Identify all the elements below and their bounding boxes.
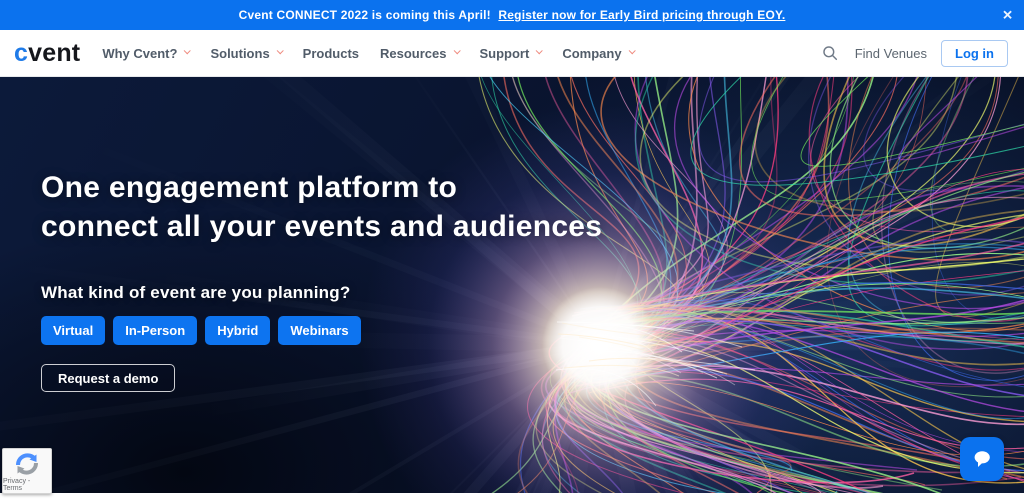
nav-item-label: Support [479,45,530,61]
request-demo-button[interactable]: Request a demo [41,364,176,392]
nav-item-label: Solutions [210,45,270,61]
cvent-logo[interactable]: cvent [14,39,80,68]
logo-letter-c: c [14,38,29,67]
nav-right: Find Venues Log in [821,39,1008,67]
chevron-down-icon [628,47,636,55]
announcement-link[interactable]: Register now for Early Bird pricing thro… [498,8,785,22]
recaptcha-privacy-terms[interactable]: Privacy - Terms [3,478,51,492]
nav-item-resources[interactable]: Resources [380,45,461,61]
nav-item-solutions[interactable]: Solutions [210,45,284,61]
logo-rest: vent [28,38,81,67]
headline-line-1: One engagement platform to [41,171,458,204]
search-button[interactable] [821,43,841,63]
virtual-button[interactable]: Virtual [41,316,106,345]
recaptcha-badge[interactable]: Privacy - Terms [2,448,52,494]
chevron-down-icon [535,47,544,55]
login-button[interactable]: Log in [941,39,1008,67]
recaptcha-icon [15,452,39,475]
nav-item-support[interactable]: Support [479,45,544,61]
main-nav: cvent Why Cvent? Solutions Products Reso… [0,30,1024,77]
chat-bubble-icon [974,451,990,467]
announcement-text: Cvent CONNECT 2022 is coming this April!… [239,8,786,22]
hero-content: One engagement platform to connect all y… [0,77,1024,493]
in-person-button[interactable]: In-Person [113,316,198,345]
page: Cvent CONNECT 2022 is coming this April!… [0,0,1024,502]
nav-item-label: Company [562,45,622,61]
search-icon [822,46,837,61]
find-venues-link[interactable]: Find Venues [855,46,927,61]
nav-item-label: Why Cvent? [102,45,178,61]
announcement-banner: Cvent CONNECT 2022 is coming this April!… [0,0,1024,30]
hero-section: One engagement platform to connect all y… [0,77,1024,493]
announcement-message: Cvent CONNECT 2022 is coming this April! [238,8,491,22]
nav-item-label: Resources [380,45,447,61]
hybrid-button[interactable]: Hybrid [205,316,271,345]
nav-item-products[interactable]: Products [303,46,359,61]
close-icon[interactable]: ✕ [1002,9,1013,22]
hero-question: What kind of event are you planning? [41,283,351,302]
headline-line-2: connect all your events and audiences [41,210,603,243]
nav-item-label: Products [302,45,360,61]
chevron-down-icon [276,47,284,55]
webinars-button[interactable]: Webinars [278,316,361,345]
hero-headline: One engagement platform to connect all y… [41,168,602,246]
event-type-buttons: Virtual In-Person Hybrid Webinars [41,316,361,345]
chat-button[interactable] [960,437,1004,481]
nav-items: Why Cvent? Solutions Products Resources … [102,45,636,61]
chevron-down-icon [453,47,461,55]
chevron-down-icon [184,47,192,55]
nav-item-company[interactable]: Company [562,45,636,61]
nav-item-why-cvent[interactable]: Why Cvent? [102,45,192,61]
